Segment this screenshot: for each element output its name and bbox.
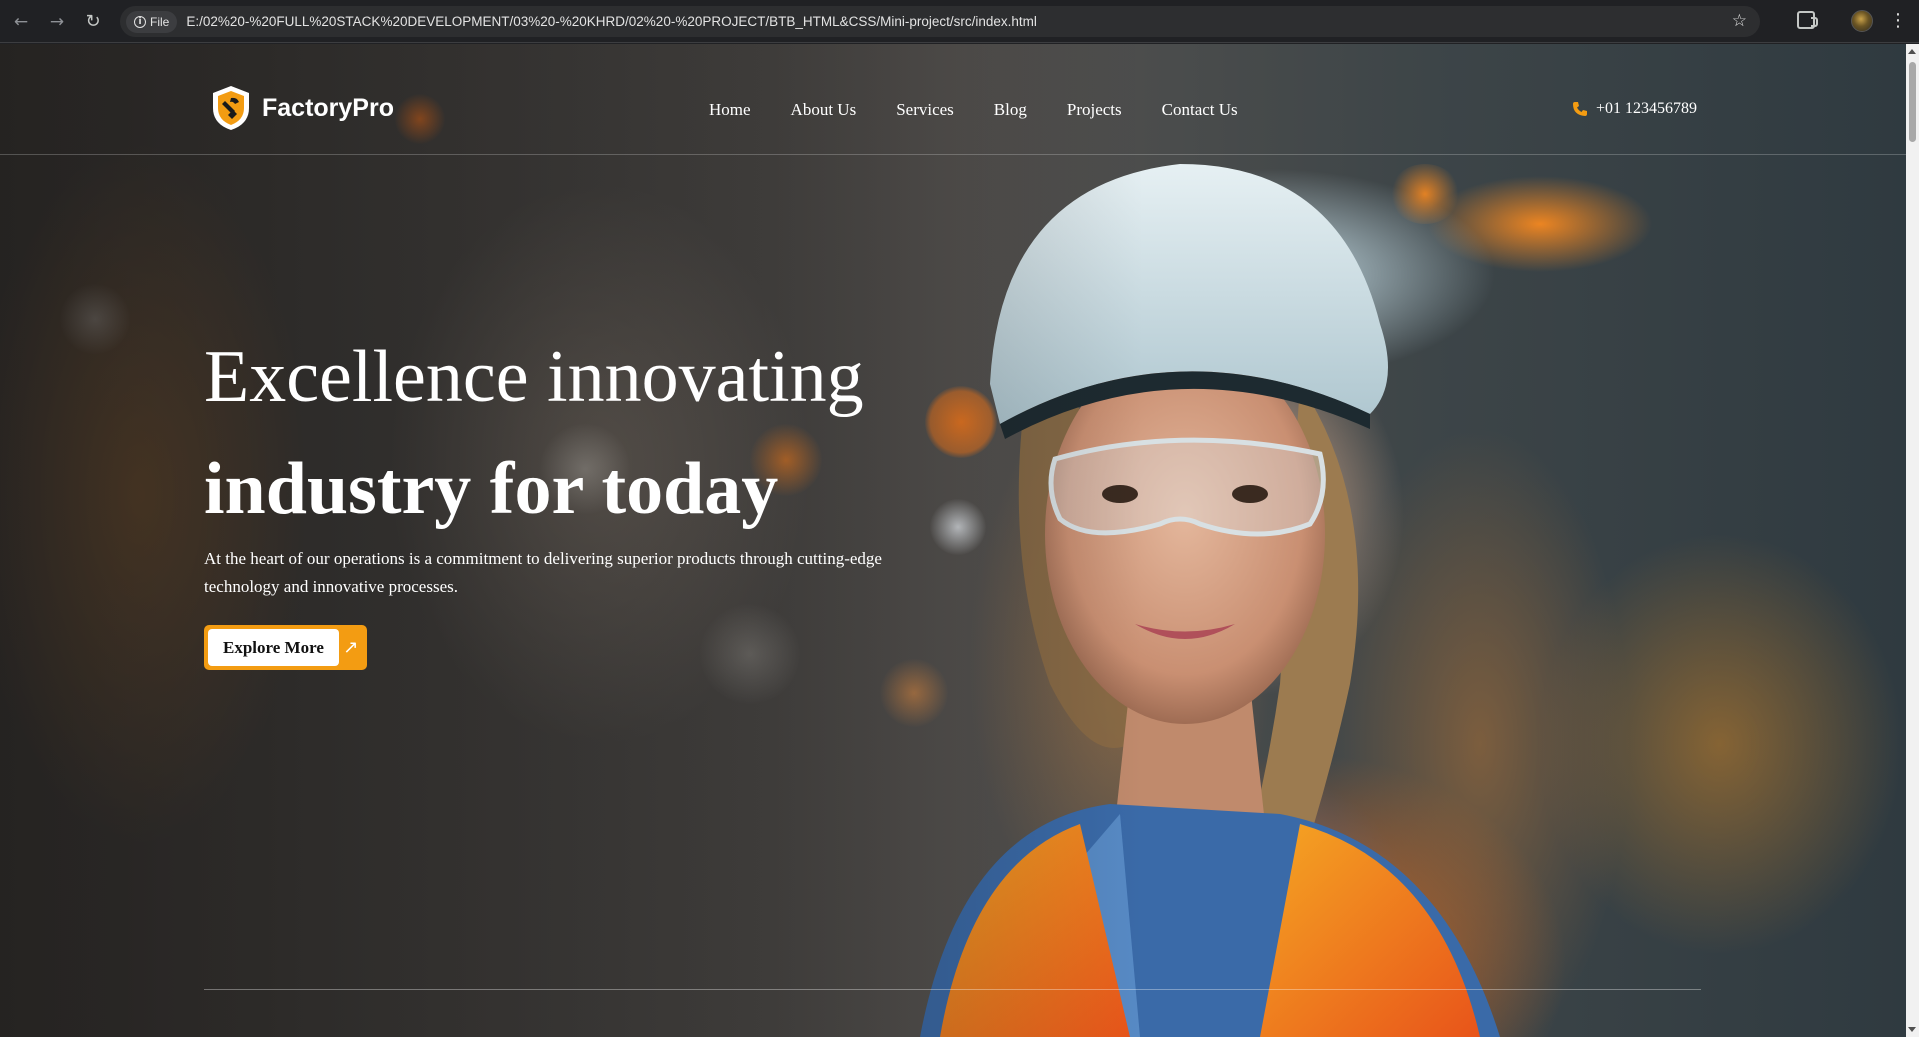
nav-link-contact-us[interactable]: Contact Us	[1162, 100, 1238, 120]
arrow-up-right-icon: ↗	[343, 637, 359, 658]
explore-more-button[interactable]: Explore More ↗	[204, 625, 367, 670]
url-text[interactable]: E:/02%20-%20FULL%20STACK%20DEVELOPMENT/0…	[186, 14, 1037, 29]
extensions-icon[interactable]	[1797, 11, 1818, 29]
site-info-chip[interactable]: i File	[126, 10, 178, 33]
reload-icon[interactable]: ↻	[80, 9, 106, 35]
hero-title-line-2: industry for today	[204, 448, 779, 530]
explore-more-label: Explore More	[208, 629, 339, 666]
back-arrow-icon[interactable]: ←	[8, 9, 34, 35]
scroll-thumb[interactable]	[1909, 62, 1916, 142]
site-header: FactoryPro Home About Us Services Blog P…	[0, 44, 1906, 155]
nav-link-blog[interactable]: Blog	[994, 100, 1027, 120]
hero-title: Excellence innovating industry for today	[204, 321, 864, 545]
phone-number: +01 123456789	[1596, 100, 1698, 117]
star-icon[interactable]: ☆	[1732, 11, 1747, 31]
file-chip-label: File	[150, 14, 170, 29]
phone-contact[interactable]: +01 123456789	[1572, 100, 1697, 118]
browser-toolbar: ← → ↻ i File E:/02%20-%20FULL%20STACK%20…	[0, 0, 1919, 43]
scroll-down-icon[interactable]	[1908, 1027, 1916, 1032]
menu-dots-icon[interactable]: ⋮	[1889, 9, 1907, 33]
phone-icon	[1573, 102, 1587, 116]
logo-text: FactoryPro	[262, 93, 394, 122]
profile-avatar[interactable]	[1851, 10, 1873, 32]
nav-link-about-us[interactable]: About Us	[791, 100, 857, 120]
shield-logo-icon	[213, 86, 249, 130]
hero-divider	[204, 989, 1701, 990]
nav-link-projects[interactable]: Projects	[1067, 100, 1122, 120]
address-bar[interactable]: i File E:/02%20-%20FULL%20STACK%20DEVELO…	[120, 6, 1760, 37]
nav-link-services[interactable]: Services	[896, 100, 954, 120]
info-icon: i	[134, 15, 146, 28]
hero-title-line-1: Excellence innovating	[204, 336, 864, 418]
page-scrollbar[interactable]	[1906, 44, 1919, 1037]
forward-arrow-icon[interactable]: →	[44, 9, 70, 35]
main-nav: Home About Us Services Blog Projects Con…	[709, 100, 1278, 120]
scroll-up-icon[interactable]	[1908, 49, 1916, 54]
nav-link-home[interactable]: Home	[709, 100, 751, 120]
site-logo[interactable]: FactoryPro	[209, 84, 394, 132]
hero-section: FactoryPro Home About Us Services Blog P…	[0, 44, 1906, 1037]
hero-description: At the heart of our operations is a comm…	[204, 549, 882, 596]
